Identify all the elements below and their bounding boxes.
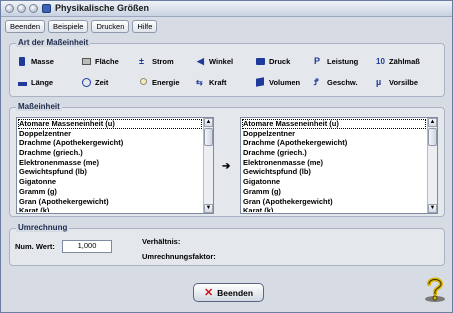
menu-hilfe[interactable]: Hilfe xyxy=(132,20,158,33)
scroll-up-arrow-icon[interactable]: ▲ xyxy=(428,118,437,127)
category-volumen[interactable]: Volumen xyxy=(256,76,300,88)
force-icon: ⇆ xyxy=(196,77,203,87)
unit-list-item[interactable]: Gewichtspfund (lb) xyxy=(18,167,202,177)
menu-drucken[interactable]: Drucken xyxy=(91,20,130,33)
app-icon xyxy=(42,4,51,13)
app-window: Physikalische Größen Beenden Beispiele D… xyxy=(0,0,453,313)
exit-button[interactable]: ✕ Beenden xyxy=(193,283,264,302)
category-flaeche[interactable]: Fläche xyxy=(82,55,119,67)
num-value-input[interactable]: 1,000 xyxy=(62,240,112,253)
unit-group-title: Maßeinheit xyxy=(16,102,62,111)
window-title: Physikalische Größen xyxy=(55,3,150,13)
scroll-down-arrow-icon[interactable]: ▼ xyxy=(428,204,437,213)
conversion-factor-label: Umrechnungsfaktor: xyxy=(142,252,216,261)
ruler-icon xyxy=(18,78,27,87)
unit-list-item[interactable]: Gewichtspfund (lb) xyxy=(242,167,426,177)
convert-arrow-icon: ➔ xyxy=(222,161,231,172)
category-vorsilbe[interactable]: µ Vorsilbe xyxy=(376,76,418,88)
unit-list-item[interactable]: Gramm (g) xyxy=(18,187,202,197)
source-list-scrollbar[interactable]: ▲ ▼ xyxy=(203,118,213,213)
category-kraft[interactable]: ⇆ Kraft xyxy=(196,76,227,88)
unit-list-item[interactable]: Drachme (griech.) xyxy=(242,148,426,158)
current-icon: ± xyxy=(139,55,144,66)
menu-bar: Beenden Beispiele Drucken Hilfe xyxy=(5,20,158,34)
scroll-up-arrow-icon[interactable]: ▲ xyxy=(204,118,213,127)
target-unit-list[interactable]: Atomare Masseneinheit (u) Doppelzentner Dr… xyxy=(240,117,438,214)
area-icon xyxy=(82,57,91,66)
unit-list-item[interactable]: Gran (Apothekergewicht) xyxy=(242,197,426,207)
close-x-icon: ✕ xyxy=(203,286,214,299)
angle-icon: ◀ xyxy=(197,55,204,66)
help-icon[interactable] xyxy=(423,275,447,303)
scroll-thumb[interactable] xyxy=(428,128,437,146)
unit-list-item[interactable]: Atomare Masseneinheit (u) xyxy=(242,119,426,129)
category-group-title: Art der Maßeinheit xyxy=(16,38,91,47)
minimize-window-button[interactable] xyxy=(17,4,26,13)
category-winkel[interactable]: ◀ Winkel xyxy=(196,55,233,67)
category-zeit[interactable]: Zeit xyxy=(82,76,108,88)
unit-list-item[interactable]: Drachme (Apothekergewicht) xyxy=(18,138,202,148)
category-geschw[interactable]: Ꝭ Geschw. xyxy=(314,76,358,88)
conversion-group-title: Umrechnung xyxy=(16,223,70,232)
menu-beenden[interactable]: Beenden xyxy=(5,20,46,33)
category-laenge[interactable]: Länge xyxy=(18,76,53,88)
unit-list-item[interactable]: Karat (k) xyxy=(18,206,202,212)
speed-icon: Ꝭ xyxy=(314,76,319,87)
target-list-scrollbar[interactable]: ▲ ▼ xyxy=(427,118,437,213)
scroll-down-arrow-icon[interactable]: ▼ xyxy=(204,204,213,213)
category-zaehlmass[interactable]: 10 Zählmaß xyxy=(376,55,420,67)
power-icon: P xyxy=(314,55,321,66)
unit-list-item[interactable]: Doppelzentner xyxy=(242,129,426,139)
unit-list-item[interactable]: Gigatonne xyxy=(242,177,426,187)
pressure-icon xyxy=(256,57,265,66)
unit-list-item[interactable]: Gran (Apothekergewicht) xyxy=(18,197,202,207)
unit-list-item[interactable]: Atomare Masseneinheit (u) xyxy=(18,119,202,129)
clock-icon xyxy=(82,77,91,87)
close-window-button[interactable] xyxy=(5,4,14,13)
unit-list-item[interactable]: Drachme (griech.) xyxy=(18,148,202,158)
unit-list-item[interactable]: Elektronenmasse (me) xyxy=(18,158,202,168)
category-group: Art der Maßeinheit Masse Fläche ± Strom … xyxy=(9,38,445,97)
unit-list-item[interactable]: Gigatonne xyxy=(18,177,202,187)
prefix-icon: µ xyxy=(376,76,382,87)
source-unit-list[interactable]: Atomare Masseneinheit (u) Doppelzentner Dr… xyxy=(16,117,214,214)
unit-list-item[interactable]: Gramm (g) xyxy=(242,187,426,197)
cube-icon xyxy=(256,76,265,87)
bulb-icon xyxy=(139,77,148,87)
num-value-label: Num. Wert: xyxy=(15,242,55,251)
title-bar: Physikalische Größen xyxy=(1,1,452,17)
zoom-window-button[interactable] xyxy=(29,4,38,13)
unit-list-item[interactable]: Karat (k) xyxy=(242,206,426,212)
unit-group: Maßeinheit Atomare Masseneinheit (u) Dopp… xyxy=(9,102,445,217)
category-masse[interactable]: Masse xyxy=(18,55,54,67)
conversion-group: Umrechnung Num. Wert: 1,000 Verhältnis: … xyxy=(9,223,445,266)
count-icon: 10 xyxy=(376,56,385,66)
category-leistung[interactable]: P Leistung xyxy=(314,55,358,67)
ratio-label: Verhältnis: xyxy=(142,237,181,246)
menu-beispiele[interactable]: Beispiele xyxy=(48,20,89,33)
category-energie[interactable]: Energie xyxy=(139,76,180,88)
unit-list-item[interactable]: Elektronenmasse (me) xyxy=(242,158,426,168)
category-druck[interactable]: Druck xyxy=(256,55,290,67)
weight-icon xyxy=(18,56,27,66)
scroll-thumb[interactable] xyxy=(204,128,213,146)
unit-list-item[interactable]: Doppelzentner xyxy=(18,129,202,139)
category-strom[interactable]: ± Strom xyxy=(139,55,174,67)
unit-list-item[interactable]: Drachme (Apothekergewicht) xyxy=(242,138,426,148)
